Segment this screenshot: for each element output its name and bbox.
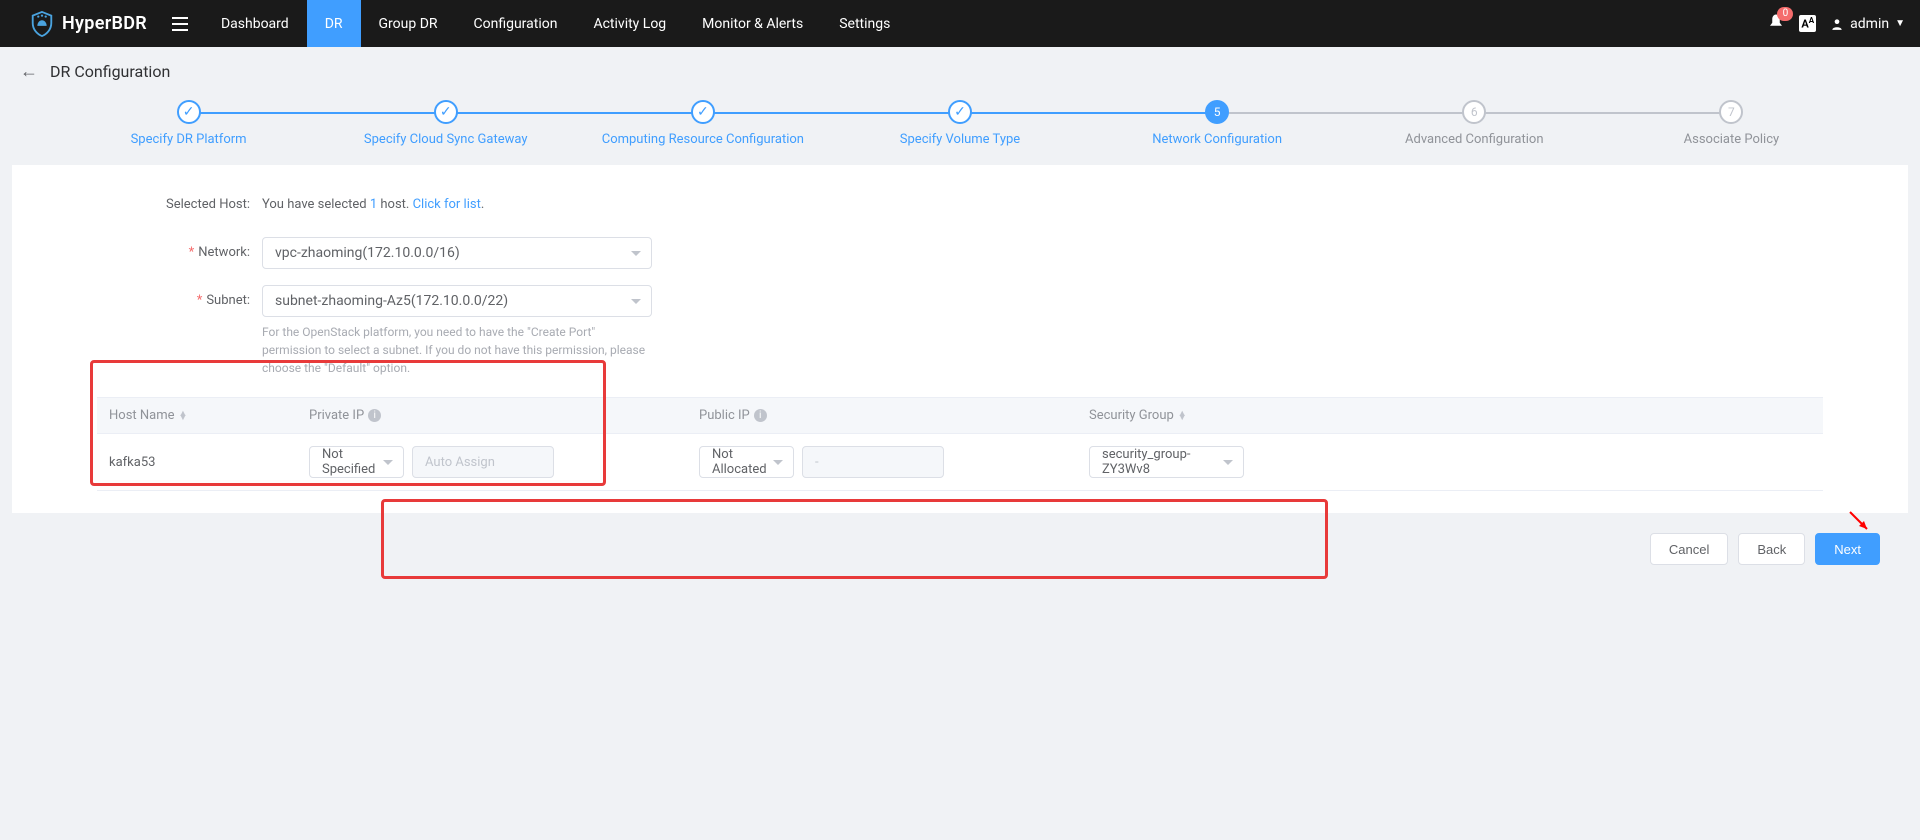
- step-1[interactable]: Specify DR Platform: [60, 100, 317, 147]
- td-private-ip: Not Specified Auto Assign: [297, 434, 687, 490]
- table-row: kafka53 Not Specified Auto Assign Not Al…: [97, 434, 1823, 491]
- selected-host-value: You have selected 1 host. Click for list…: [262, 189, 1823, 221]
- step-6[interactable]: 6Advanced Configuration: [1346, 100, 1603, 147]
- network-label: *Network:: [97, 237, 262, 269]
- main-nav: Dashboard DR Group DR Configuration Acti…: [203, 0, 908, 47]
- subnet-row: *Subnet: subnet-zhaoming-Az5(172.10.0.0/…: [97, 285, 1823, 377]
- annotation-arrow-icon: [1845, 507, 1875, 537]
- back-arrow-icon[interactable]: ←: [20, 61, 38, 82]
- subnet-label: *Subnet:: [97, 285, 262, 317]
- back-button[interactable]: Back: [1738, 533, 1805, 565]
- step-5[interactable]: 5Network Configuration: [1089, 100, 1346, 147]
- nav-dashboard[interactable]: Dashboard: [203, 0, 307, 47]
- th-public-ip: Public IPi: [687, 398, 1077, 433]
- nav-configuration[interactable]: Configuration: [456, 0, 576, 47]
- menu-toggle-icon[interactable]: [172, 17, 188, 31]
- security-group-select[interactable]: security_group-ZY3Wv8: [1089, 446, 1244, 478]
- page-title: DR Configuration: [50, 62, 170, 81]
- private-ip-mode-select[interactable]: Not Specified: [309, 446, 404, 478]
- step-wizard: Specify DR Platform Specify Cloud Sync G…: [0, 92, 1920, 165]
- td-host-name: kafka53: [97, 434, 297, 490]
- selected-host-label: Selected Host:: [97, 189, 262, 221]
- nav-settings[interactable]: Settings: [821, 0, 908, 47]
- nav-activity-log[interactable]: Activity Log: [575, 0, 684, 47]
- nav-dr[interactable]: DR: [307, 0, 361, 47]
- th-private-ip: Private IPi: [297, 398, 687, 433]
- chevron-down-icon: ▼: [1895, 18, 1905, 29]
- notifications-button[interactable]: 0: [1767, 13, 1785, 35]
- th-host-name[interactable]: Host Name▲▼: [97, 398, 297, 433]
- td-security-group: security_group-ZY3Wv8: [1077, 434, 1823, 490]
- cancel-button[interactable]: Cancel: [1650, 533, 1728, 565]
- info-icon[interactable]: i: [368, 409, 381, 422]
- step-3[interactable]: Computing Resource Configuration: [574, 100, 831, 147]
- brand-logo[interactable]: HyperBDR: [30, 11, 147, 37]
- subnet-select[interactable]: subnet-zhaoming-Az5(172.10.0.0/22): [262, 285, 652, 317]
- nav-group-dr[interactable]: Group DR: [361, 0, 456, 47]
- step-4[interactable]: Specify Volume Type: [831, 100, 1088, 147]
- th-security-group[interactable]: Security Group▲▼: [1077, 398, 1823, 433]
- step-7[interactable]: 7Associate Policy: [1603, 100, 1860, 147]
- subnet-hint: For the OpenStack platform, you need to …: [262, 323, 652, 377]
- private-ip-input[interactable]: Auto Assign: [412, 446, 554, 478]
- next-button[interactable]: Next: [1815, 533, 1880, 565]
- sort-icon: ▲▼: [179, 412, 188, 420]
- info-icon[interactable]: i: [754, 409, 767, 422]
- shield-icon: [30, 11, 54, 37]
- user-icon: [1830, 17, 1844, 31]
- public-ip-input: -: [802, 446, 944, 478]
- network-select[interactable]: vpc-zhaoming(172.10.0.0/16): [262, 237, 652, 269]
- brand-text: HyperBDR: [62, 13, 147, 34]
- hosts-table: Host Name▲▼ Private IPi Public IPi Secur…: [97, 397, 1823, 491]
- network-row: *Network: vpc-zhaoming(172.10.0.0/16): [97, 237, 1823, 269]
- user-name: admin: [1850, 16, 1889, 32]
- sort-icon: ▲▼: [1178, 412, 1187, 420]
- table-header: Host Name▲▼ Private IPi Public IPi Secur…: [97, 397, 1823, 434]
- config-card: Selected Host: You have selected 1 host.…: [12, 165, 1908, 513]
- selected-host-row: Selected Host: You have selected 1 host.…: [97, 189, 1823, 221]
- host-list-link[interactable]: Click for list: [413, 197, 481, 212]
- footer-actions: Cancel Back Next: [0, 513, 1920, 585]
- public-ip-mode-select[interactable]: Not Allocated: [699, 446, 794, 478]
- header-right: 0 AA admin ▼: [1767, 13, 1905, 35]
- nav-monitor-alerts[interactable]: Monitor & Alerts: [684, 0, 821, 47]
- user-menu[interactable]: admin ▼: [1830, 16, 1905, 32]
- page-header: ← DR Configuration: [0, 47, 1920, 92]
- step-2[interactable]: Specify Cloud Sync Gateway: [317, 100, 574, 147]
- td-public-ip: Not Allocated -: [687, 434, 1077, 490]
- language-toggle[interactable]: AA: [1799, 15, 1816, 32]
- top-header: HyperBDR Dashboard DR Group DR Configura…: [0, 0, 1920, 47]
- notification-badge: 0: [1777, 7, 1793, 21]
